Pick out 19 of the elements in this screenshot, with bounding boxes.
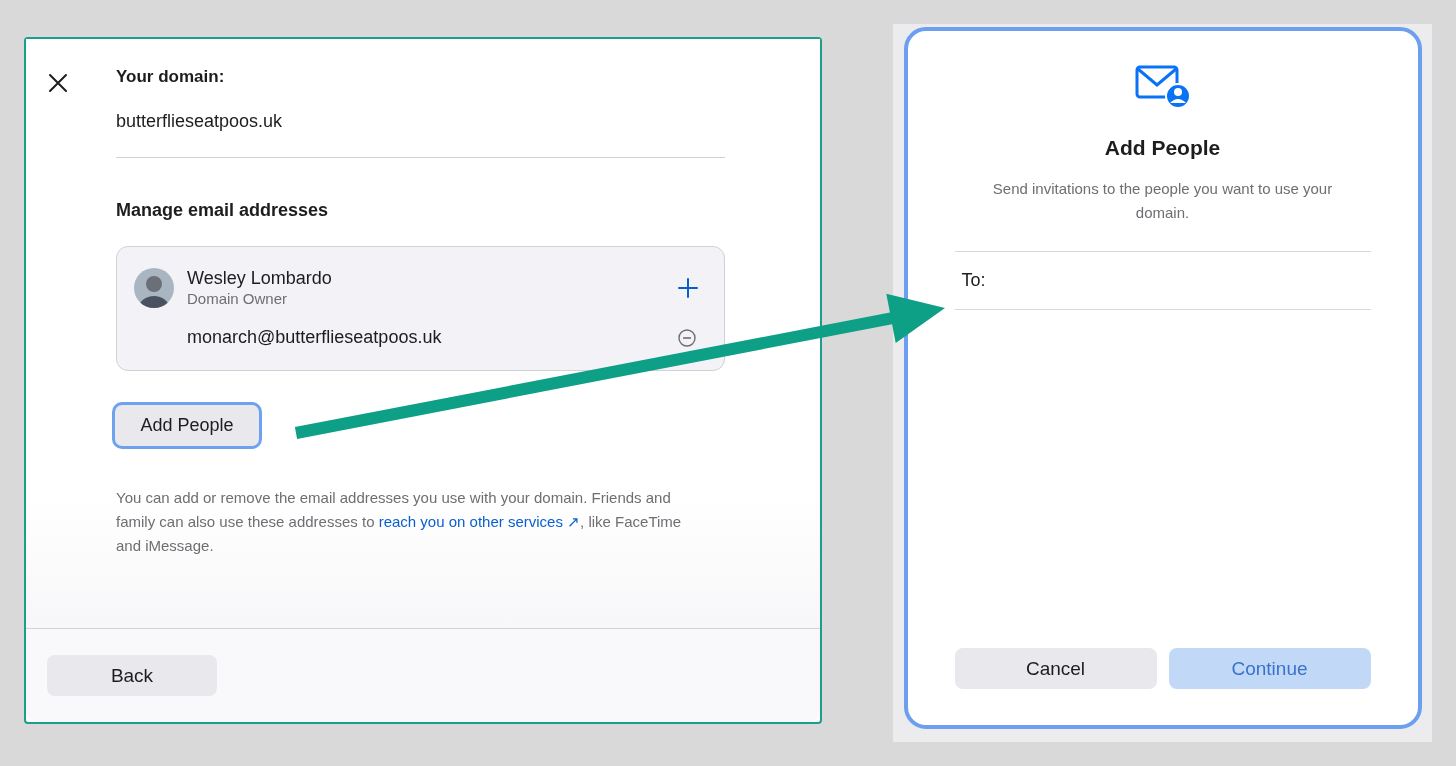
domain-label: Your domain: [116,66,226,88]
owner-name: Wesley Lombardo [187,267,333,289]
services-link[interactable]: reach you on other services ↗ [378,513,581,530]
back-button[interactable]: Back [47,655,217,696]
avatar [134,268,174,308]
domain-name: butterflieseatpoos.uk [116,110,284,133]
owner-role: Domain Owner [187,289,289,309]
dialog-description: Send invitations to the people you want to use your domain. [991,179,1334,223]
email-address: monarch@butterflieseatpoos.uk [187,327,443,348]
to-field[interactable]: To: [954,251,1371,310]
add-icon[interactable] [678,278,698,298]
close-icon[interactable] [48,73,68,93]
cancel-button[interactable]: Cancel [954,648,1157,689]
section-title: Manage email addresses [116,199,330,222]
remove-icon[interactable] [678,328,696,347]
add-people-button[interactable]: Add People [112,402,262,449]
help-text: You can add or remove the email addresses you use with your domain. Friends and family can also use these addresses to reach you on other services ↗, like FaceTime and iMessage. [116,488,683,556]
dialog-title: Add People [1104,135,1221,161]
envelope-person-icon [1134,65,1191,109]
